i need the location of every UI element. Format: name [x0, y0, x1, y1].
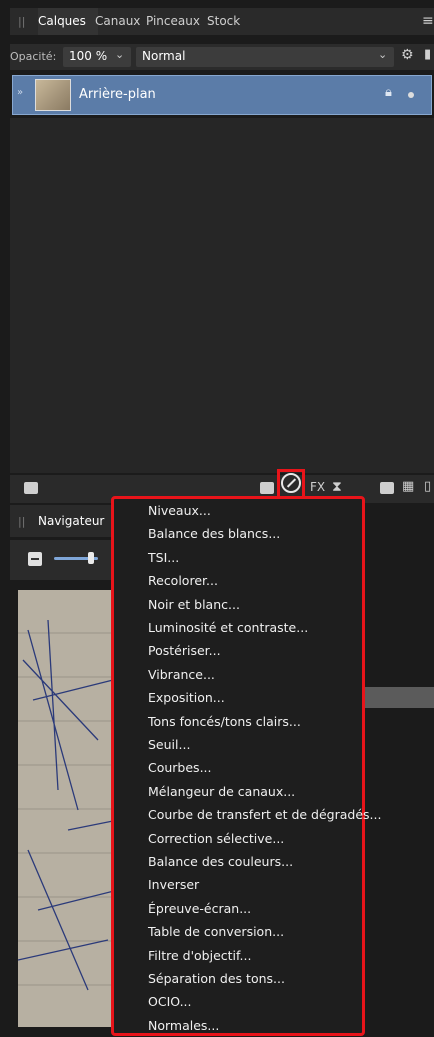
- opacity-label: Opacité:: [10, 50, 57, 63]
- expand-icon[interactable]: »: [17, 87, 23, 98]
- layers-list-area: [10, 118, 434, 473]
- layer-thumbnail: [35, 79, 71, 111]
- opacity-dropdown[interactable]: 100 % ⌄: [63, 47, 131, 67]
- tab-stock[interactable]: Stock: [207, 14, 240, 28]
- sketch-preview: [18, 619, 118, 991]
- panel-menu-icon[interactable]: ≡: [422, 13, 434, 29]
- visibility-dot-icon[interactable]: [408, 92, 414, 98]
- gear-icon[interactable]: ⚙: [401, 47, 414, 63]
- menu-item-vibrance[interactable]: Vibrance...: [148, 664, 215, 686]
- layer-row[interactable]: » Arrière-plan 🔒︎: [12, 75, 432, 115]
- menu-item-courbe-transfert[interactable]: Courbe de transfert et de dégradés...: [148, 804, 381, 826]
- zoom-slider-handle[interactable]: [88, 552, 94, 564]
- layer-name: Arrière-plan: [79, 87, 156, 102]
- navigator-preview[interactable]: [18, 590, 118, 1027]
- trash-icon[interactable]: ▯: [424, 479, 431, 494]
- menu-item-recolorer[interactable]: Recolorer...: [148, 570, 218, 592]
- lock-icon[interactable]: ▮: [424, 47, 431, 62]
- menu-item-melangeur-canaux[interactable]: Mélangeur de canaux...: [148, 781, 295, 803]
- grip-icon[interactable]: ||: [18, 515, 25, 528]
- minus-icon: [31, 558, 39, 560]
- chevron-down-icon: ⌄: [115, 48, 125, 61]
- menu-items-container: Niveaux... Balance des blancs... TSI... …: [116, 500, 426, 1033]
- blend-mode-dropdown[interactable]: Normal ⌄: [136, 47, 394, 67]
- menu-item-filtre-objectif[interactable]: Filtre d'objectif...: [148, 945, 251, 967]
- menu-item-tsi[interactable]: TSI...: [148, 547, 179, 569]
- layer-stack-icon[interactable]: [24, 482, 38, 494]
- menu-item-exposition[interactable]: Exposition...: [148, 687, 225, 709]
- menu-item-courbes[interactable]: Courbes...: [148, 757, 212, 779]
- menu-item-luminosite-contraste[interactable]: Luminosité et contraste...: [148, 617, 308, 639]
- grip-icon[interactable]: ||: [18, 15, 25, 28]
- menu-item-noir-blanc[interactable]: Noir et blanc...: [148, 594, 240, 616]
- menu-item-table-conversion[interactable]: Table de conversion...: [148, 921, 284, 943]
- menu-item-tons-fonces-clairs[interactable]: Tons foncés/tons clairs...: [148, 711, 301, 733]
- tab-canaux[interactable]: Canaux: [95, 14, 140, 28]
- blend-mode-value: Normal: [142, 49, 186, 63]
- menu-item-normales[interactable]: Normales...: [148, 1015, 219, 1037]
- navigator-tab-bar: || Navigateur: [10, 505, 120, 537]
- tab-pinceaux[interactable]: Pinceaux: [146, 14, 200, 28]
- panel-tab-bar: || Calques Canaux Pinceaux Stock ≡: [10, 8, 434, 35]
- menu-item-inverser[interactable]: Inverser: [148, 874, 199, 896]
- menu-item-epreuve-ecran[interactable]: Épreuve-écran...: [148, 898, 251, 920]
- navigator-controls: [10, 540, 120, 580]
- layer-options-bar: Opacité: 100 % ⌄ Normal ⌄ ⚙ ▮: [10, 44, 434, 70]
- menu-item-niveaux[interactable]: Niveaux...: [148, 500, 211, 522]
- opacity-value: 100 %: [69, 49, 108, 63]
- menu-item-correction-selective[interactable]: Correction sélective...: [148, 828, 284, 850]
- hourglass-icon[interactable]: ⧗: [332, 479, 342, 495]
- tab-navigateur[interactable]: Navigateur: [38, 514, 104, 528]
- folder-icon[interactable]: [380, 482, 394, 494]
- menu-item-balance-couleurs[interactable]: Balance des couleurs...: [148, 851, 293, 873]
- adjustment-button-highlight: [277, 469, 305, 499]
- tab-calques[interactable]: Calques: [38, 14, 86, 28]
- chevron-down-icon: ⌄: [378, 48, 388, 61]
- menu-item-separation-tons[interactable]: Séparation des tons...: [148, 968, 285, 990]
- checker-icon[interactable]: ▦: [402, 479, 414, 494]
- menu-item-balance-blancs[interactable]: Balance des blancs...: [148, 523, 280, 545]
- zoom-out-button[interactable]: [28, 552, 42, 566]
- camera-mask-icon[interactable]: [260, 482, 274, 494]
- menu-item-seuil[interactable]: Seuil...: [148, 734, 190, 756]
- menu-item-posteriser[interactable]: Postériser...: [148, 640, 221, 662]
- lock-icon[interactable]: 🔒︎: [385, 85, 392, 100]
- fx-icon[interactable]: FX: [310, 480, 325, 494]
- menu-item-ocio[interactable]: OCIO...: [148, 991, 192, 1013]
